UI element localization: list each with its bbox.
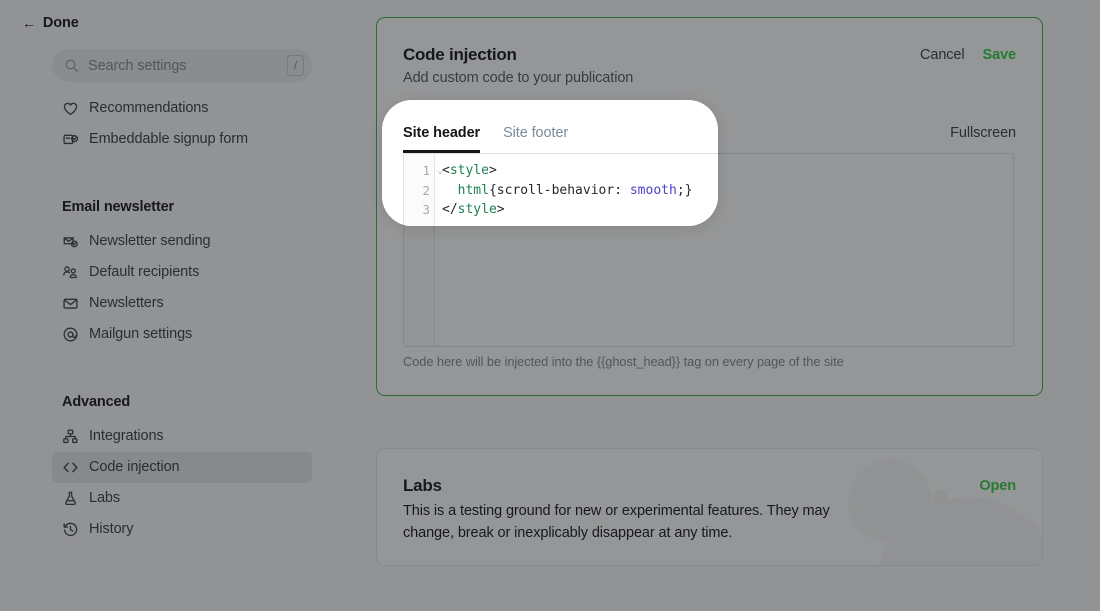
sidebar-item-labs[interactable]: Labs — [52, 483, 312, 514]
mail-check-icon — [63, 237, 78, 248]
labs-description: This is a testing ground for new or expe… — [403, 503, 830, 541]
sidebar-item-default-recipients[interactable]: Default recipients — [52, 257, 312, 288]
back-done-button[interactable]: ← Done — [22, 15, 79, 31]
search-settings-box[interactable]: Search settings / — [52, 49, 312, 82]
sidebar-item-integrations[interactable]: Integrations — [52, 421, 312, 452]
sidebar-item-label: Integrations — [89, 428, 164, 445]
tab-site-footer[interactable]: Site footer — [503, 125, 568, 152]
sidebar-item-label: Mailgun settings — [89, 326, 193, 343]
sidebar-item-label: Default recipients — [89, 264, 200, 281]
sidebar-item-newsletters[interactable]: Newsletters — [52, 288, 312, 319]
sidebar-nav: Recommendations Embeddable signup form E… — [52, 93, 312, 545]
labs-title: Labs — [403, 476, 442, 495]
sidebar-item-history[interactable]: History — [52, 514, 312, 545]
envelope-icon — [63, 298, 78, 309]
users-icon — [63, 266, 77, 279]
editor-help-text: Code here will be injected into the {{gh… — [403, 354, 844, 369]
cancel-button[interactable]: Cancel — [920, 47, 965, 63]
code-line: <style> — [442, 163, 497, 178]
spotlight-highlight: ← Done Search settings / Recommendations — [382, 100, 718, 226]
code-fold-chevron-icon[interactable]: ⌄ — [437, 161, 443, 181]
sidebar-item-label: Code injection — [89, 459, 180, 476]
sidebar-item-label: History — [89, 521, 134, 538]
line-number: 3 — [422, 202, 430, 217]
page-subtitle: Add custom code to your publication — [403, 70, 634, 87]
sidebar-item-label: Newsletter sending — [89, 233, 211, 250]
flask-icon — [65, 491, 76, 506]
fullscreen-button[interactable]: Fullscreen — [950, 125, 1016, 152]
code-injection-header: Code injection Add custom code to your p… — [403, 44, 1016, 86]
line-number: 1 ⌄ — [404, 161, 443, 181]
code-editor[interactable]: 1 ⌄ 2 3 <style> html{scroll-behavior: sm… — [403, 153, 718, 226]
sidebar-item-code-injection[interactable]: Code injection — [52, 452, 312, 483]
sidebar-item-mailgun-settings[interactable]: Mailgun settings — [52, 319, 312, 350]
sidebar-item-recommendations[interactable]: Recommendations — [52, 93, 312, 124]
search-input-placeholder[interactable]: Search settings — [88, 58, 287, 74]
sidebar-item-newsletter-sending[interactable]: Newsletter sending — [52, 226, 312, 257]
labs-header: Labs This is a testing ground for new or… — [403, 475, 1016, 545]
sidebar-group-title-email-newsletter: Email newsletter — [62, 199, 175, 215]
search-shortcut-badge: / — [287, 55, 304, 76]
sidebar-group-title-advanced: Advanced — [62, 394, 131, 410]
sidebar-item-embeddable-signup-form[interactable]: Embeddable signup form — [52, 124, 312, 155]
at-sign-icon — [63, 327, 78, 342]
code-line: </style> — [442, 202, 505, 217]
back-done-label: Done — [42, 15, 79, 31]
settings-sidebar: ← Done Search settings / Recommendations — [0, 0, 360, 611]
heart-icon — [63, 102, 78, 116]
line-number: 2 — [422, 182, 430, 198]
search-icon — [65, 59, 79, 73]
sidebar-item-label: Newsletters — [89, 295, 164, 312]
integrations-icon — [63, 429, 78, 444]
sidebar-item-label: Embeddable signup form — [89, 131, 249, 148]
editor-line-number-gutter: 1 ⌄ 2 3 — [404, 154, 443, 226]
sidebar-item-label: Recommendations — [89, 100, 209, 117]
code-line: html{scroll-behavior: smooth;} — [457, 182, 693, 198]
spotlight-content: ← Done Search settings / Recommendations — [382, 100, 718, 226]
editor-code-content[interactable]: <style> html{scroll-behavior: smooth;} </… — [435, 154, 718, 226]
labs-open-button[interactable]: Open — [979, 478, 1016, 494]
save-button[interactable]: Save — [983, 47, 1017, 63]
arrow-left-icon: ← — [22, 15, 36, 31]
code-injection-card: Code injection Add custom code to your p… — [382, 100, 718, 226]
header-actions: Cancel Save — [920, 47, 1016, 63]
tab-site-header[interactable]: Site header — [403, 125, 480, 153]
history-clock-icon — [63, 522, 78, 537]
code-brackets-icon — [63, 462, 78, 473]
sidebar-item-label: Labs — [89, 490, 121, 507]
settings-page: ← Done Search settings / Recommendations — [0, 0, 1100, 611]
signup-form-icon — [63, 134, 79, 145]
labs-card: Labs This is a testing ground for new or… — [376, 448, 1043, 566]
